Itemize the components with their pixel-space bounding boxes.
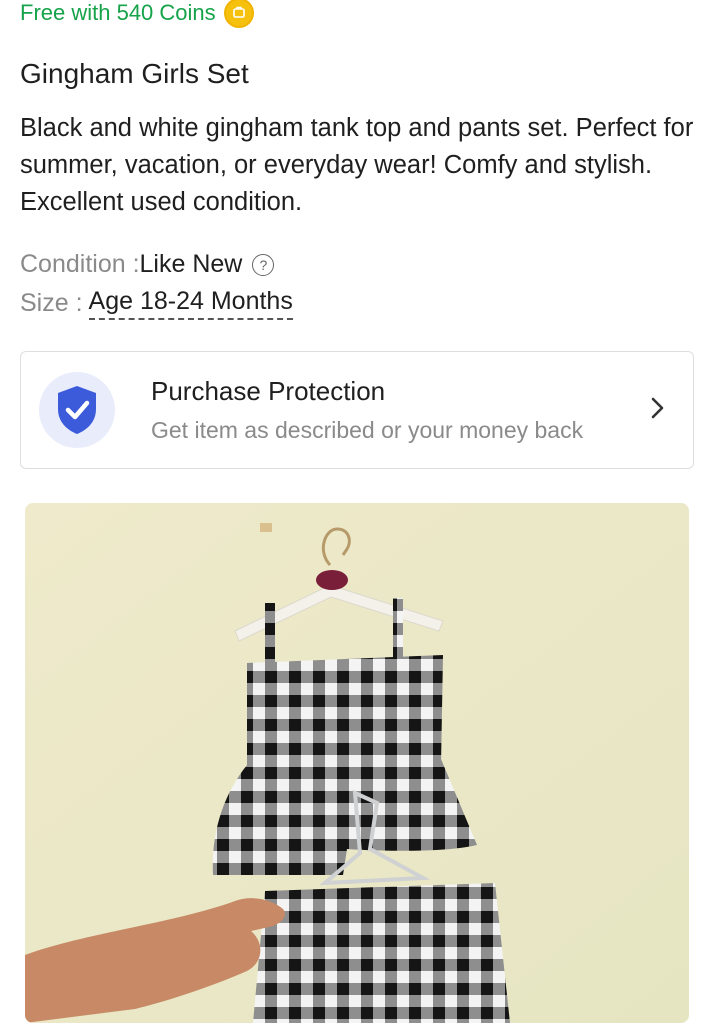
protection-title: Purchase Protection [151, 376, 386, 406]
help-icon[interactable]: ? [252, 253, 275, 276]
condition-row: Condition : Like New ? [20, 250, 275, 279]
purchase-protection-card[interactable]: Purchase Protection Get item as describe… [20, 351, 694, 469]
size-row: Size : Age 18-24 Months [20, 287, 293, 320]
shield-check-icon [39, 372, 115, 448]
coins-offer: Free with 540 Coins [20, 0, 254, 28]
size-label: Size : [20, 289, 83, 317]
coins-text: Free with 540 Coins [20, 0, 216, 25]
chevron-right-icon [651, 396, 665, 425]
product-description: Black and white gingham tank top and pan… [20, 114, 694, 216]
protection-subtitle: Get item as described or your money back [151, 417, 584, 443]
condition-label: Condition : [20, 250, 140, 278]
coin-icon [223, 0, 254, 28]
condition-value: Like New [139, 250, 243, 278]
product-photo[interactable] [25, 503, 689, 1023]
size-value-link[interactable]: Age 18-24 Months [88, 287, 293, 320]
product-title: Gingham Girls Set [20, 58, 249, 89]
